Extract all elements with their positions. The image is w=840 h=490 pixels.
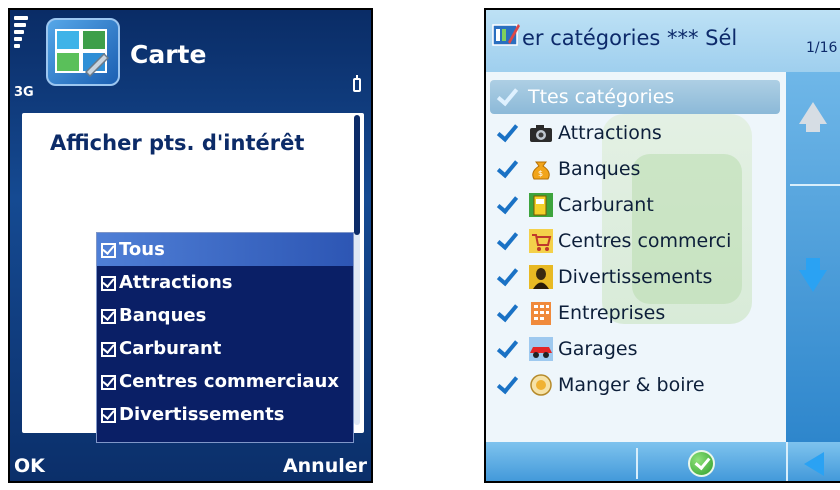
list-item-label: Banques: [119, 305, 207, 326]
list-item-divertissements[interactable]: Divertissements: [97, 398, 353, 431]
shopping-cart-icon: [529, 229, 553, 253]
list-item-carburant[interactable]: Carburant: [97, 332, 353, 365]
check-icon: [494, 301, 520, 325]
arrow-up-stem: [806, 122, 820, 132]
categories-icon: [492, 24, 520, 46]
check-icon: [494, 337, 520, 361]
scrollbar[interactable]: [354, 115, 360, 425]
list-item-entreprises[interactable]: Entreprises: [494, 295, 784, 331]
category-label: Banques: [558, 158, 641, 180]
category-label: Attractions: [558, 122, 662, 144]
check-icon: [494, 373, 520, 397]
list-item-divertissements[interactable]: Divertissements: [494, 259, 784, 295]
left-phone-screen: 3G Carte Afficher pts. d'intérêt Tous At…: [8, 8, 373, 483]
map-app-icon: [46, 18, 120, 86]
list-item-attractions[interactable]: Attractions: [494, 115, 784, 151]
confirm-check-icon[interactable]: [688, 450, 715, 477]
checkbox-checked-icon[interactable]: [101, 342, 116, 357]
poi-checkbox-list: Tous Attractions Banques Carburant Centr…: [96, 232, 354, 443]
mona-lisa-icon: [529, 265, 553, 289]
category-label: Divertissements: [558, 266, 713, 288]
bottom-action-bar: [486, 442, 840, 481]
scrollbar-thumb[interactable]: [354, 115, 360, 235]
checkbox-checked-icon[interactable]: [101, 408, 116, 423]
page-indicator: 1/16: [806, 40, 838, 56]
list-item-attractions[interactable]: Attractions: [97, 266, 353, 299]
list-item-label: Attractions: [119, 272, 233, 293]
category-label: Garages: [558, 338, 638, 360]
category-label: Manger & boire: [558, 374, 705, 396]
category-label: Carburant: [558, 194, 654, 216]
checkbox-checked-icon[interactable]: [101, 243, 116, 258]
list-item-label: Divertissements: [119, 404, 285, 425]
checkbox-checked-icon[interactable]: [101, 276, 116, 291]
car-icon: [529, 337, 553, 361]
scroll-nav-rail: [786, 72, 840, 442]
right-phone-screen: er catégories *** Sél 1/16 Ttes catégori…: [484, 8, 840, 483]
all-categories-label: Ttes catégories: [528, 86, 675, 108]
camera-icon: [530, 125, 552, 142]
svg-text:$: $: [538, 169, 543, 178]
nav-divider: [790, 184, 840, 186]
checkbox-checked-icon[interactable]: [101, 309, 116, 324]
check-icon: [494, 193, 520, 217]
network-label: 3G: [14, 85, 34, 100]
list-item-label: Centres commerciaux: [119, 371, 339, 392]
scroll-up-button[interactable]: [786, 72, 840, 184]
title-bar: er catégories *** Sél 1/16: [486, 10, 840, 72]
back-arrow-icon[interactable]: [804, 452, 824, 476]
list-item-manger-boire[interactable]: Manger & boire: [494, 367, 784, 403]
list-item-tous[interactable]: Tous: [97, 233, 353, 266]
money-bag-icon: $: [532, 161, 550, 180]
list-item-carburant[interactable]: Carburant: [494, 187, 784, 223]
check-icon: [494, 157, 520, 181]
app-title: Carte: [130, 40, 207, 69]
check-icon: [494, 229, 520, 253]
ok-softkey[interactable]: OK: [14, 455, 45, 477]
panel-heading: Afficher pts. d'intérêt: [50, 131, 305, 155]
arrow-down-icon: [799, 270, 827, 292]
signal-strength-icon: [14, 16, 28, 51]
food-icon: [530, 374, 552, 396]
all-categories-row[interactable]: Ttes catégories: [494, 79, 784, 115]
category-list: Ttes catégories Attractions $ Banques Ca…: [486, 72, 786, 442]
checkbox-checked-icon[interactable]: [101, 375, 116, 390]
cancel-softkey[interactable]: Annuler: [283, 455, 367, 477]
scroll-down-button[interactable]: [786, 212, 840, 322]
check-icon: [494, 85, 520, 109]
building-icon: [531, 302, 551, 325]
check-icon: [494, 265, 520, 289]
category-label: Centres commerci: [558, 230, 732, 252]
fuel-pump-icon: [529, 193, 553, 217]
list-item-label: Tous: [119, 239, 165, 260]
check-icon: [494, 121, 520, 145]
category-label: Entreprises: [558, 302, 666, 324]
list-item-banques[interactable]: $ Banques: [494, 151, 784, 187]
list-item-label: Carburant: [119, 338, 222, 359]
bottom-divider: [786, 442, 788, 481]
arrow-down-stem: [806, 258, 820, 270]
arrow-up-icon: [799, 102, 827, 124]
screen-title: er catégories *** Sél: [522, 26, 738, 50]
list-item-banques[interactable]: Banques: [97, 299, 353, 332]
list-item-centres-commerciaux[interactable]: Centres commerciaux: [97, 365, 353, 398]
bottom-divider: [636, 448, 638, 479]
list-item-centres-commerciaux[interactable]: Centres commerci: [494, 223, 784, 259]
battery-icon: [353, 75, 361, 92]
list-item-garages[interactable]: Garages: [494, 331, 784, 367]
